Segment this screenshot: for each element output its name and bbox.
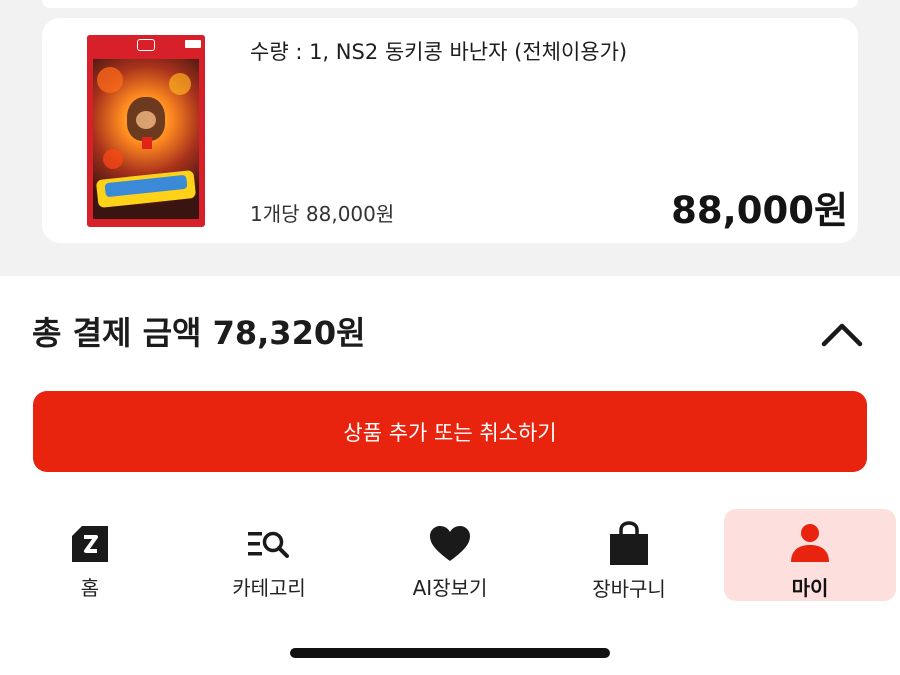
nav-label-my: 마이 — [791, 576, 829, 600]
collapse-toggle-button[interactable] — [818, 316, 866, 352]
nav-label-cart: 장바구니 — [592, 577, 666, 601]
nav-label-home: 홈 — [80, 576, 100, 600]
order-item-card[interactable]: 수량 : 1, NS2 동키콩 바난자 (전체이용가) 1개당 88,000원 … — [42, 18, 858, 243]
bottom-navigation: 홈 카테고리 AI장보기 장바구니 마이 — [0, 505, 900, 605]
nav-item-category[interactable]: 카테고리 — [183, 509, 355, 601]
shopping-bag-icon — [610, 521, 648, 565]
total-payment-amount: 총 결제 금액 78,320원 — [32, 314, 366, 352]
explosion-shape — [169, 73, 191, 95]
chevron-up-icon — [821, 323, 863, 347]
donkey-kong-tie — [142, 137, 152, 149]
explosion-shape — [103, 149, 123, 169]
modify-order-button[interactable]: 상품 추가 또는 취소하기 — [33, 391, 867, 472]
product-thumbnail[interactable] — [87, 35, 205, 227]
nav-item-my[interactable]: 마이 — [724, 509, 896, 601]
switch-box-header — [87, 35, 205, 57]
nav-item-home[interactable]: 홈 — [4, 509, 176, 601]
rating-tag-icon — [185, 40, 201, 48]
order-items-section: 수량 : 1, NS2 동키콩 바난자 (전체이용가) 1개당 88,000원 … — [0, 0, 900, 276]
category-search-icon — [248, 531, 289, 558]
unit-price: 1개당 88,000원 — [250, 202, 395, 226]
heart-icon — [430, 525, 470, 561]
nav-label-ai-shopping: AI장보기 — [412, 576, 488, 600]
user-icon — [791, 523, 829, 562]
nav-item-ai-shopping[interactable]: AI장보기 — [364, 509, 536, 601]
switch-logo-icon — [137, 39, 155, 51]
previous-card-edge — [42, 0, 858, 8]
home-indicator-bar[interactable] — [290, 648, 610, 658]
nav-item-cart[interactable]: 장바구니 — [543, 509, 715, 601]
nav-label-category: 카테고리 — [232, 576, 306, 600]
home-icon — [72, 525, 108, 562]
explosion-shape — [97, 67, 123, 93]
product-title: 수량 : 1, NS2 동키콩 바난자 (전체이용가) — [250, 40, 628, 64]
donkey-kong-face — [136, 111, 156, 129]
box-cover-art — [93, 59, 199, 219]
line-total-price: 88,000원 — [671, 189, 848, 232]
